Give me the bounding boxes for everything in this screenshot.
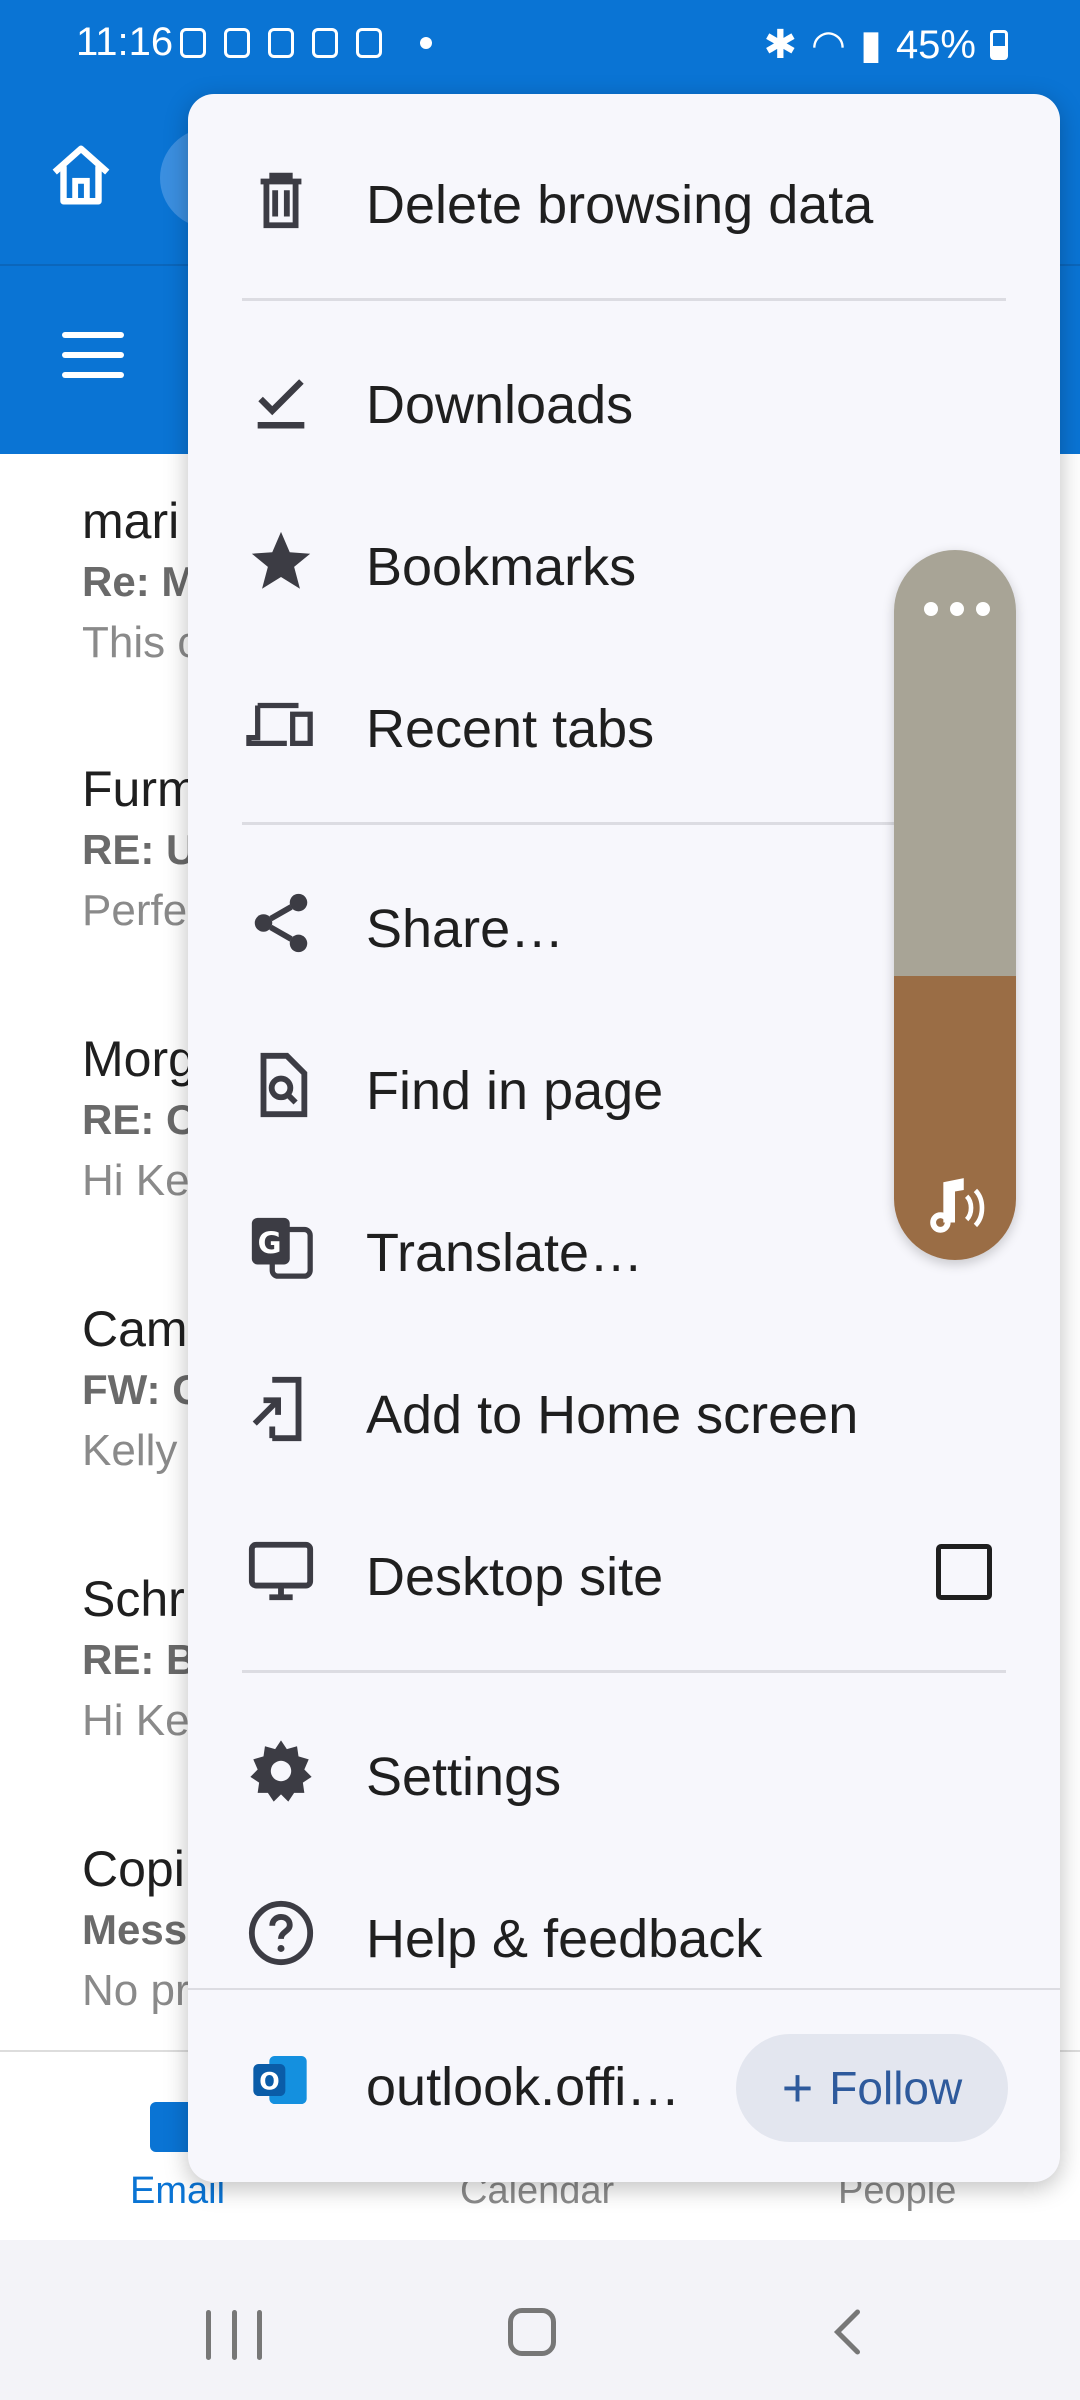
trash-icon (260, 172, 302, 229)
menu-item-label: Help & feedback (366, 1909, 763, 1969)
follow-label: Follow (829, 2062, 963, 2114)
menu-item-label: Settings (366, 1747, 562, 1807)
add-to-home-icon (252, 1376, 302, 1442)
menu-item-add-to-home-screen[interactable]: Add to Home screen (188, 1344, 1060, 1474)
menu-item-label: Share… (366, 899, 565, 959)
status-bar: 11:16 ✱ ◠ ▮ 45% (0, 0, 1080, 92)
plus-icon: + (781, 2058, 814, 2118)
menu-item-label: Add to Home screen (366, 1385, 859, 1445)
menu-divider (242, 1670, 1006, 1673)
notification-icons (180, 28, 432, 58)
menu-divider (242, 298, 1006, 301)
teams-icon (268, 28, 294, 58)
menu-footer-divider (188, 1988, 1060, 1990)
battery-icon (990, 30, 1008, 60)
notification-icon (224, 28, 250, 58)
menu-item-delete-browsing-data[interactable]: Delete browsing data (188, 134, 1060, 264)
outlook-icon: O (253, 2056, 307, 2104)
menu-item-desktop-site[interactable]: Desktop site (188, 1506, 1060, 1636)
notification-icon (180, 28, 206, 58)
share-icon (254, 893, 308, 953)
download-check-icon (257, 379, 305, 429)
star-icon (251, 531, 311, 589)
menu-item-label: Bookmarks (366, 537, 637, 597)
status-time: 11:16 (76, 20, 174, 64)
desktop-icon (248, 1541, 314, 1601)
help-icon (248, 1900, 314, 1966)
menu-item-label: Find in page (366, 1061, 664, 1121)
desktop-site-checkbox[interactable] (936, 1544, 992, 1600)
svg-text:G: G (258, 1226, 282, 1260)
menu-item-label: Recent tabs (366, 699, 655, 759)
hamburger-menu-icon[interactable] (62, 332, 124, 378)
follow-button[interactable]: + Follow (736, 2034, 1008, 2142)
more-options-icon[interactable] (924, 602, 990, 616)
message-icon (312, 28, 338, 58)
menu-item-label: Downloads (366, 375, 634, 435)
translate-icon: G (251, 1217, 313, 1279)
home-icon[interactable] (46, 140, 116, 210)
floating-media-widget[interactable] (894, 550, 1016, 1260)
system-navigation-bar (0, 2240, 1080, 2400)
menu-item-help-feedback[interactable]: Help & feedback (188, 1868, 1060, 1998)
devices-icon (246, 702, 313, 747)
music-sound-icon[interactable] (920, 1170, 990, 1240)
menu-item-label: Translate… (366, 1223, 644, 1283)
wifi-icon: ◠ (811, 23, 846, 67)
menu-item-settings[interactable]: Settings (188, 1706, 1060, 1836)
find-in-page-icon (260, 1052, 308, 1118)
bluetooth-icon: ✱ (763, 23, 798, 67)
voicemail-icon (356, 28, 382, 58)
menu-item-label: Desktop site (366, 1547, 664, 1607)
signal-icon: ▮ (859, 23, 882, 67)
gear-icon (250, 1740, 312, 1802)
recent-apps-icon[interactable] (206, 2310, 262, 2360)
menu-item-downloads[interactable]: Downloads (188, 334, 1060, 464)
menu-divider (242, 822, 1006, 825)
more-notifications-icon (420, 37, 432, 49)
status-right: ✱ ◠ ▮ 45% (763, 22, 1008, 68)
home-button-icon[interactable] (508, 2308, 556, 2356)
svg-text:O: O (259, 2067, 279, 2095)
menu-item-label: Delete browsing data (366, 175, 874, 235)
battery-percent: 45% (895, 22, 976, 67)
back-icon[interactable] (820, 2302, 880, 2362)
site-name: outlook.offi… (366, 2057, 681, 2117)
